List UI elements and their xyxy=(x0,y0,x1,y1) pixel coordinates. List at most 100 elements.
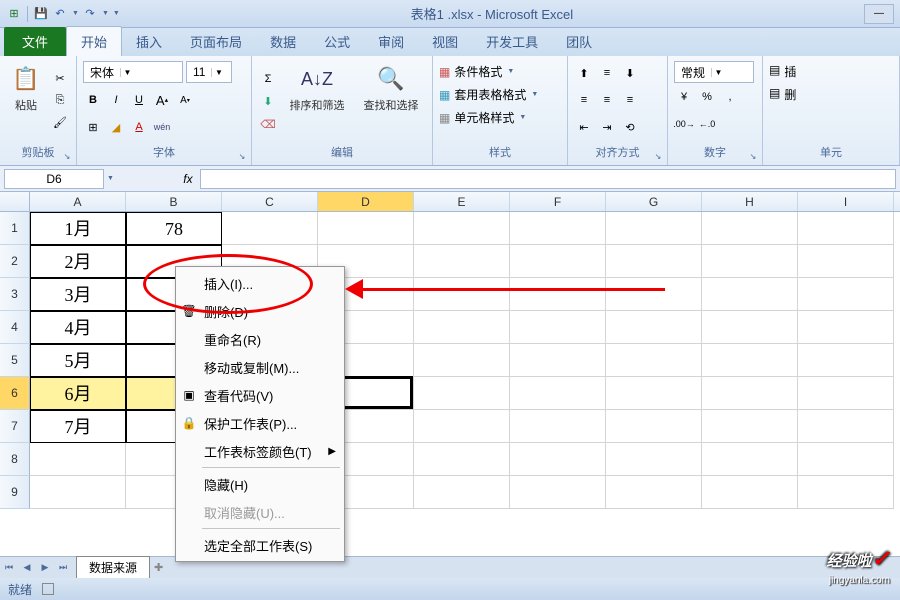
comma-icon[interactable]: , xyxy=(720,87,740,107)
decrease-decimal-icon[interactable]: ←.0 xyxy=(697,114,717,134)
dialog-launcher-icon[interactable]: ↘ xyxy=(652,150,664,162)
name-box[interactable]: D6 xyxy=(4,169,104,189)
row-header[interactable]: 9 xyxy=(0,476,30,509)
cell[interactable] xyxy=(798,245,894,278)
cell[interactable] xyxy=(510,212,606,245)
cell[interactable] xyxy=(510,476,606,509)
cell[interactable] xyxy=(606,476,702,509)
number-format-combo[interactable]: 常规▼ xyxy=(674,61,754,83)
cell[interactable] xyxy=(510,344,606,377)
cell[interactable] xyxy=(414,410,510,443)
row-header[interactable]: 5 xyxy=(0,344,30,377)
row-header[interactable]: 6 xyxy=(0,377,30,410)
decrease-indent-icon[interactable]: ⇤ xyxy=(574,117,594,137)
column-header[interactable]: G xyxy=(606,192,702,211)
paste-button[interactable]: 📋 粘贴 xyxy=(6,59,46,142)
cell[interactable]: 2月 xyxy=(30,245,126,278)
menu-delete[interactable]: 🗑删除(D) xyxy=(176,297,344,325)
align-center-icon[interactable]: ≡ xyxy=(597,90,617,110)
underline-button[interactable]: U xyxy=(129,90,149,110)
find-select-button[interactable]: 🔍 查找和选择 xyxy=(356,59,426,142)
cell[interactable] xyxy=(318,212,414,245)
cell[interactable] xyxy=(606,410,702,443)
cell[interactable] xyxy=(414,311,510,344)
cell[interactable] xyxy=(606,245,702,278)
delete-cells-button[interactable]: ▤删 xyxy=(769,86,893,103)
cell[interactable] xyxy=(606,278,702,311)
cell[interactable] xyxy=(702,377,798,410)
minimize-button[interactable]: — xyxy=(864,4,894,24)
menu-select-all[interactable]: 选定全部工作表(S) xyxy=(176,531,344,559)
row-header[interactable]: 3 xyxy=(0,278,30,311)
cell[interactable] xyxy=(414,344,510,377)
font-size-combo[interactable]: 11▼ xyxy=(186,61,232,83)
italic-button[interactable]: I xyxy=(106,90,126,110)
tab-team[interactable]: 团队 xyxy=(552,27,606,56)
tab-developer[interactable]: 开发工具 xyxy=(472,27,552,56)
row-header[interactable]: 2 xyxy=(0,245,30,278)
row-header[interactable]: 4 xyxy=(0,311,30,344)
sort-filter-button[interactable]: A↓Z 排序和筛选 xyxy=(282,59,352,142)
cell[interactable] xyxy=(414,212,510,245)
sheet-nav-prev-icon[interactable]: ◀ xyxy=(18,559,36,577)
menu-protect[interactable]: 🔒保护工作表(P)... xyxy=(176,409,344,437)
cell[interactable] xyxy=(702,278,798,311)
cell[interactable] xyxy=(702,410,798,443)
cell[interactable] xyxy=(798,410,894,443)
cell[interactable] xyxy=(798,476,894,509)
increase-decimal-icon[interactable]: .00→ xyxy=(674,114,694,134)
align-left-icon[interactable]: ≡ xyxy=(574,90,594,110)
cell[interactable] xyxy=(510,311,606,344)
sheet-nav-first-icon[interactable]: ⏮ xyxy=(0,559,18,577)
row-header[interactable]: 7 xyxy=(0,410,30,443)
cell[interactable] xyxy=(798,311,894,344)
align-right-icon[interactable]: ≡ xyxy=(620,90,640,110)
save-icon[interactable]: 💾 xyxy=(33,6,49,22)
cell[interactable] xyxy=(414,245,510,278)
cell[interactable] xyxy=(414,377,510,410)
cell[interactable] xyxy=(798,212,894,245)
cell[interactable] xyxy=(702,245,798,278)
tab-home[interactable]: 开始 xyxy=(66,26,122,56)
cell[interactable] xyxy=(606,443,702,476)
menu-view-code[interactable]: ▣查看代码(V) xyxy=(176,381,344,409)
cut-icon[interactable]: ✂ xyxy=(50,69,70,89)
tab-view[interactable]: 视图 xyxy=(418,27,472,56)
borders-button[interactable]: ⊞ xyxy=(83,117,103,137)
column-header[interactable]: C xyxy=(222,192,318,211)
column-header[interactable]: A xyxy=(30,192,126,211)
insert-cells-button[interactable]: ▤插 xyxy=(769,63,893,80)
cell[interactable] xyxy=(798,443,894,476)
cell[interactable] xyxy=(414,278,510,311)
align-middle-icon[interactable]: ≡ xyxy=(597,63,617,83)
cell[interactable] xyxy=(702,344,798,377)
column-header[interactable]: D xyxy=(318,192,414,211)
cell[interactable] xyxy=(510,410,606,443)
dropdown-icon[interactable]: ▼ xyxy=(102,10,109,17)
undo-icon[interactable]: ↶ xyxy=(52,6,68,22)
cell[interactable] xyxy=(798,377,894,410)
cell[interactable] xyxy=(30,476,126,509)
table-format-button[interactable]: ▦套用表格格式 ▼ xyxy=(439,86,561,103)
sheet-tab[interactable]: 数据来源 xyxy=(76,556,150,579)
align-bottom-icon[interactable]: ⬇ xyxy=(620,63,640,83)
redo-icon[interactable]: ↷ xyxy=(82,6,98,22)
font-color-button[interactable]: A xyxy=(129,117,149,137)
column-header[interactable]: H xyxy=(702,192,798,211)
cell[interactable]: 7月 xyxy=(30,410,126,443)
cell[interactable] xyxy=(510,278,606,311)
dropdown-icon[interactable]: ▼ xyxy=(72,10,79,17)
column-header[interactable]: I xyxy=(798,192,894,211)
currency-icon[interactable]: ¥ xyxy=(674,87,694,107)
cell[interactable] xyxy=(702,443,798,476)
fill-color-button[interactable]: ◢ xyxy=(106,117,126,137)
select-all-corner[interactable] xyxy=(0,192,30,211)
clear-icon[interactable]: ⌫ xyxy=(258,115,278,135)
cell[interactable] xyxy=(606,377,702,410)
fx-button[interactable]: fx xyxy=(178,169,198,189)
name-box-dropdown-icon[interactable]: ▼ xyxy=(107,175,114,182)
tab-layout[interactable]: 页面布局 xyxy=(176,27,256,56)
copy-icon[interactable]: ⎘ xyxy=(50,91,70,111)
font-name-combo[interactable]: 宋体▼ xyxy=(83,61,183,83)
menu-rename[interactable]: 重命名(R) xyxy=(176,325,344,353)
